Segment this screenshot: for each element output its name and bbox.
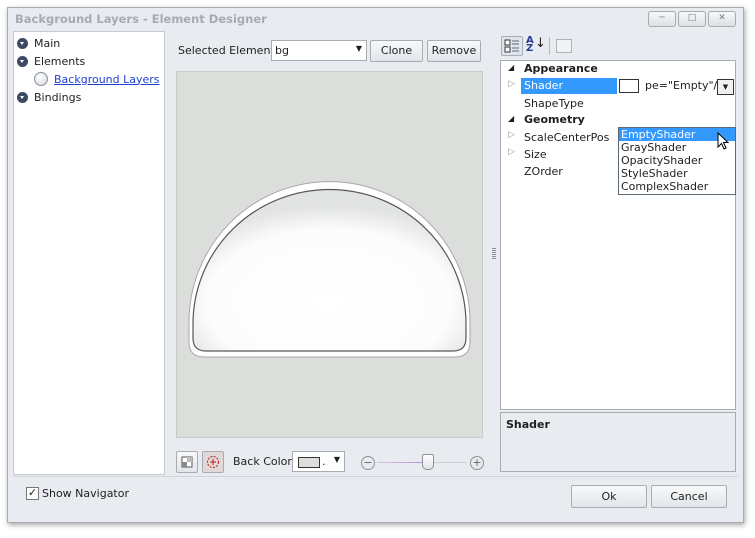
editor-panel: Selected Element: bg ▼ Clone Remove Back… bbox=[165, 31, 490, 473]
mouse-cursor-icon bbox=[717, 132, 730, 150]
background-layer-preview bbox=[188, 181, 471, 358]
nav-item-background-layers[interactable]: Background Layers bbox=[34, 71, 160, 87]
checkbox-check-icon[interactable]: ✓ bbox=[26, 487, 39, 500]
property-name: ScaleCenterPos bbox=[524, 131, 610, 144]
toolbar-divider bbox=[549, 37, 550, 55]
property-row-shader[interactable]: ▷ Shader pe="Empty"/> ▼ bbox=[501, 78, 735, 95]
shader-preview-swatch bbox=[619, 79, 639, 93]
ok-button[interactable]: Ok bbox=[571, 485, 647, 508]
close-button[interactable]: ✕ bbox=[708, 11, 736, 27]
collapse-circle-icon[interactable] bbox=[17, 55, 28, 67]
dropdown-option[interactable]: OpacityShader bbox=[619, 154, 735, 167]
minimize-button[interactable]: ─ bbox=[648, 11, 676, 27]
chevron-down-icon: ▼ bbox=[722, 83, 729, 91]
property-name: Size bbox=[524, 148, 547, 161]
window-title: Background Layers - Element Designer bbox=[15, 12, 267, 26]
expand-triangle-icon[interactable]: ▷ bbox=[508, 130, 515, 140]
selected-element-value: bg bbox=[275, 44, 289, 57]
nav-item-label: Bindings bbox=[34, 90, 82, 104]
property-grid: ◢ Appearance ▷ Shader pe="Empty"/> ▼ Sha… bbox=[500, 60, 736, 410]
zoom-in-icon[interactable]: + bbox=[470, 456, 484, 470]
maximize-icon: □ bbox=[687, 13, 697, 23]
design-canvas[interactable] bbox=[176, 71, 483, 438]
categorized-view-button[interactable] bbox=[501, 36, 523, 56]
zoom-slider-thumb[interactable] bbox=[421, 454, 434, 470]
nav-item-bindings[interactable]: Bindings bbox=[17, 89, 81, 105]
cancel-button[interactable]: Cancel bbox=[651, 485, 727, 508]
chevron-down-icon[interactable]: ▼ bbox=[356, 44, 362, 53]
radio-circle-icon bbox=[34, 72, 48, 86]
color-swatch bbox=[298, 457, 320, 468]
center-target-icon bbox=[207, 456, 219, 468]
property-name: Shader bbox=[521, 78, 617, 94]
back-color-value: . bbox=[322, 455, 326, 468]
collapse-circle-icon[interactable] bbox=[17, 91, 28, 103]
navigator-tree: Main Elements Background Layers Bindings bbox=[13, 31, 165, 475]
nav-item-main[interactable]: Main bbox=[17, 35, 60, 51]
collapse-triangle-icon[interactable]: ◢ bbox=[508, 114, 514, 123]
back-color-combo[interactable]: . ▼ bbox=[292, 451, 345, 472]
clone-button[interactable]: Clone bbox=[370, 40, 423, 62]
grid-icon bbox=[181, 456, 193, 468]
nav-item-elements[interactable]: Elements bbox=[17, 53, 85, 69]
minimize-icon: ─ bbox=[659, 13, 665, 23]
close-icon: ✕ bbox=[718, 13, 726, 23]
show-navigator-label: Show Navigator bbox=[42, 487, 130, 500]
footer-divider bbox=[13, 476, 738, 477]
show-navigator-checkbox[interactable]: ✓ Show Navigator bbox=[26, 487, 129, 500]
category-label: Appearance bbox=[524, 62, 598, 75]
category-appearance[interactable]: ◢ Appearance bbox=[501, 61, 735, 78]
collapse-circle-icon[interactable] bbox=[17, 37, 28, 49]
property-name: ZOrder bbox=[524, 165, 563, 178]
selected-element-combo[interactable]: bg ▼ bbox=[271, 40, 367, 61]
sort-arrow-icon: ↓ bbox=[535, 36, 546, 51]
property-description-panel: Shader bbox=[500, 412, 736, 472]
splitter-handle[interactable] bbox=[492, 248, 496, 260]
zoom-out-icon[interactable]: − bbox=[361, 456, 375, 470]
collapse-triangle-icon[interactable]: ◢ bbox=[508, 63, 514, 72]
sort-alphabetical-icon[interactable]: AZ bbox=[526, 36, 534, 54]
semicircle-inner-shape bbox=[192, 188, 467, 352]
expand-triangle-icon[interactable]: ▷ bbox=[508, 79, 515, 89]
chevron-down-icon[interactable]: ▼ bbox=[334, 455, 340, 464]
dropdown-option[interactable]: StyleShader bbox=[619, 167, 735, 180]
property-pages-icon[interactable] bbox=[556, 39, 572, 53]
nav-item-label: Elements bbox=[34, 54, 86, 68]
dropdown-button[interactable]: ▼ bbox=[717, 79, 734, 95]
property-grid-panel: AZ ↓ ◢ Appearance ▷ Shader pe="Empty"/> … bbox=[498, 31, 738, 473]
category-label: Geometry bbox=[524, 113, 585, 126]
nav-item-label: Main bbox=[34, 36, 61, 50]
expand-triangle-icon[interactable]: ▷ bbox=[508, 147, 515, 157]
property-row-shapetype[interactable]: ShapeType bbox=[501, 95, 735, 112]
grid-toggle-button[interactable] bbox=[176, 451, 198, 473]
shader-dropdown-list: EmptyShader GrayShader OpacityShader Sty… bbox=[618, 127, 736, 195]
property-value[interactable]: pe="Empty"/> bbox=[645, 79, 726, 92]
element-designer-window: Background Layers - Element Designer ─ □… bbox=[7, 7, 744, 523]
back-color-label: Back Color: bbox=[233, 455, 296, 468]
description-title: Shader bbox=[506, 418, 550, 431]
center-point-button[interactable] bbox=[202, 451, 224, 473]
selected-element-label: Selected Element: bbox=[178, 44, 279, 57]
property-name: ShapeType bbox=[524, 97, 584, 110]
maximize-button[interactable]: □ bbox=[678, 11, 706, 27]
dropdown-option[interactable]: ComplexShader bbox=[619, 180, 735, 193]
nav-item-link[interactable]: Background Layers bbox=[54, 73, 160, 86]
remove-button[interactable]: Remove bbox=[427, 40, 481, 62]
categorized-icon bbox=[504, 39, 519, 53]
